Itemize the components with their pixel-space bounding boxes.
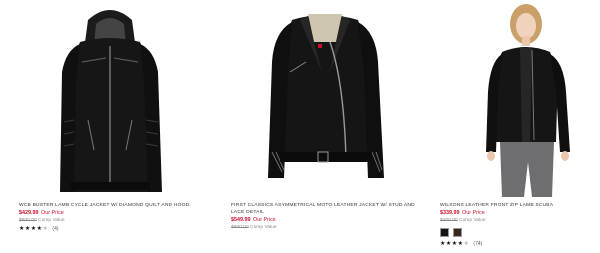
product-title[interactable]: WCB BUSTER LAMB CYCLE JACKET W/ DIAMOND … (19, 202, 210, 209)
product-image-hooded-jacket[interactable] (10, 2, 210, 197)
color-swatches (440, 228, 596, 237)
product-image-moto-jacket[interactable] (222, 2, 427, 197)
price-row: $429.99 Our Price (19, 210, 210, 217)
comp-value-label: Comp Value (459, 218, 486, 223)
moto-leather-jacket-icon (268, 14, 384, 178)
model-wearing-leather-jacket-icon (486, 4, 570, 197)
product-card[interactable]: WCB BUSTER LAMB CYCLE JACKET W/ DIAMOND … (10, 0, 210, 253)
our-price-label: Our Price (462, 210, 485, 216)
our-price-label: Our Price (41, 210, 64, 216)
comp-value-row: $400.00 Comp Value (440, 217, 596, 224)
comp-value: $600.00 (231, 225, 249, 230)
price-row: $549.99 Our Price (231, 217, 427, 224)
rating-row[interactable]: ★★★★★ (4) (19, 225, 210, 234)
swatch-brown[interactable] (453, 228, 462, 237)
our-price-value: $429.99 (19, 210, 39, 216)
review-count[interactable]: (74) (473, 240, 482, 249)
product-image-scuba-jacket[interactable] (436, 2, 596, 197)
product-title[interactable]: FIRST CLASSICS ASYMMETRICAL MOTO LEATHER… (231, 202, 427, 216)
hooded-leather-jacket-icon (60, 10, 162, 192)
product-card[interactable]: FIRST CLASSICS ASYMMETRICAL MOTO LEATHER… (222, 0, 427, 253)
star-rating-icon: ★★★★★ (19, 226, 49, 232)
product-title[interactable]: WILSONS LEATHER FRONT ZIP LAMB SCUBA (440, 202, 596, 209)
star-rating-icon: ★★★★★ (440, 241, 470, 247)
review-count[interactable]: (4) (52, 225, 58, 234)
comp-value-label: Comp Value (38, 218, 65, 223)
price-row: $339.99 Our Price (440, 210, 596, 217)
our-price-label: Our Price (253, 217, 276, 223)
our-price-value: $339.99 (440, 210, 460, 216)
comp-value-row: $600.00 Comp Value (19, 217, 210, 224)
rating-row[interactable]: ★★★★★ (74) (440, 240, 596, 249)
comp-value: $600.00 (19, 218, 37, 223)
product-card[interactable]: WILSONS LEATHER FRONT ZIP LAMB SCUBA $33… (436, 0, 596, 253)
comp-value: $400.00 (440, 218, 458, 223)
comp-value-label: Comp Value (250, 225, 277, 230)
our-price-value: $549.99 (231, 217, 251, 223)
comp-value-row: $600.00 Comp Value (231, 224, 427, 231)
swatch-black[interactable] (440, 228, 449, 237)
